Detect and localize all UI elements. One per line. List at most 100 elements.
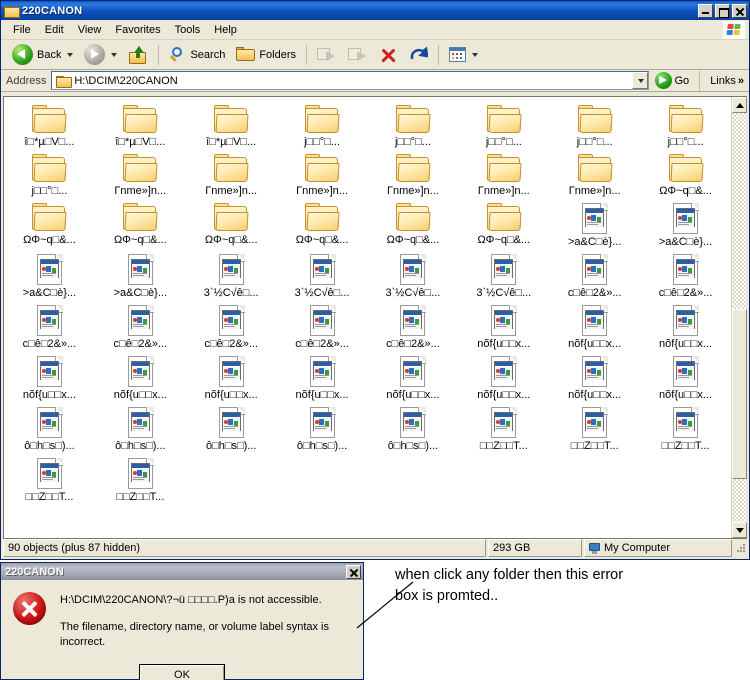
up-button[interactable] (123, 44, 153, 66)
file-item[interactable]: nõf{u□□x... (458, 305, 549, 351)
address-dropdown-button[interactable] (631, 72, 648, 89)
folder-item[interactable]: Гnme»]n... (277, 154, 368, 198)
delete-button[interactable] (374, 44, 402, 66)
folder-item[interactable]: î□*µ□V□... (186, 105, 277, 149)
folder-item[interactable]: î□*µ□V□... (4, 105, 95, 149)
undo-button[interactable] (403, 44, 433, 66)
file-item[interactable]: □□Z□□T... (549, 407, 640, 453)
folder-item[interactable]: j□□°□... (549, 105, 640, 149)
close-button[interactable] (732, 3, 747, 18)
dialog-close-button[interactable] (346, 564, 361, 579)
file-item[interactable]: ô□h□s□)... (4, 407, 95, 453)
forward-button[interactable] (79, 42, 122, 67)
file-item[interactable]: >a&C□è}... (549, 203, 640, 249)
folder-item[interactable]: ΩΦ~q□&... (4, 203, 95, 249)
ok-button[interactable]: OK (139, 664, 225, 680)
file-item[interactable]: c□ê□2&»... (4, 305, 95, 351)
file-item[interactable]: 3`½C√ê□... (186, 254, 277, 300)
file-item[interactable]: □□Z□□T... (458, 407, 549, 453)
menu-tools[interactable]: Tools (168, 22, 208, 38)
file-item[interactable]: c□ê□2&»... (640, 254, 731, 300)
folder-item[interactable]: Гnme»]n... (549, 154, 640, 198)
menu-help[interactable]: Help (207, 22, 244, 38)
folder-icon (486, 203, 522, 232)
file-item[interactable]: □□Z□□T... (95, 458, 186, 504)
file-item[interactable]: nõf{u□□x... (640, 305, 731, 351)
file-item[interactable]: 3`½C√ê□... (368, 254, 459, 300)
file-item[interactable]: ô□h□s□)... (368, 407, 459, 453)
resize-grip[interactable] (735, 542, 747, 554)
maximize-button[interactable] (715, 3, 730, 18)
file-item[interactable]: nõf{u□□x... (458, 356, 549, 402)
file-item[interactable]: ô□h□s□)... (95, 407, 186, 453)
back-button[interactable]: Back (7, 42, 78, 67)
file-item[interactable]: □□Z□□T... (4, 458, 95, 504)
folder-item[interactable]: j□□°□... (458, 105, 549, 149)
folder-item[interactable]: ΩΦ~q□&... (458, 203, 549, 249)
search-button[interactable]: Search (164, 44, 230, 65)
folder-item[interactable]: ΩΦ~q□&... (640, 154, 731, 198)
forward-dropdown-icon[interactable] (111, 52, 118, 57)
scrollbar-thumb[interactable] (732, 309, 747, 480)
file-item[interactable]: □□Z□□T... (640, 407, 731, 453)
folder-item[interactable]: j□□°□... (368, 105, 459, 149)
file-item[interactable]: c□ê□2&»... (549, 254, 640, 300)
dialog-message: H:\DCIM\220CANON\?¬ü □□□□.P)a is not acc… (60, 592, 353, 650)
back-dropdown-icon[interactable] (67, 52, 74, 57)
folders-button[interactable]: Folders (231, 45, 301, 64)
views-dropdown-icon[interactable] (472, 52, 479, 57)
file-item[interactable]: nõf{u□□x... (368, 356, 459, 402)
scrollbar-track[interactable] (732, 113, 747, 522)
menu-edit[interactable]: Edit (38, 22, 71, 38)
file-item[interactable]: 3`½C√ê□... (458, 254, 549, 300)
file-item[interactable]: nõf{u□□x... (186, 356, 277, 402)
document-icon (309, 305, 336, 336)
file-item[interactable]: nõf{u□□x... (549, 305, 640, 351)
file-item[interactable]: nõf{u□□x... (95, 356, 186, 402)
links-button[interactable]: Links » (707, 75, 747, 87)
folder-item[interactable]: j□□°□... (4, 154, 95, 198)
scroll-up-icon[interactable] (732, 97, 747, 113)
go-button[interactable]: Go (652, 72, 693, 89)
menu-view[interactable]: View (71, 22, 109, 38)
file-item[interactable]: nõf{u□□x... (640, 356, 731, 402)
document-icon (36, 458, 63, 489)
views-button[interactable] (444, 45, 483, 64)
folder-item[interactable]: ΩΦ~q□&... (277, 203, 368, 249)
file-item[interactable]: ô□h□s□)... (186, 407, 277, 453)
status-objects: 90 objects (plus 87 hidden) (3, 539, 486, 557)
folder-item[interactable]: Гnme»]n... (95, 154, 186, 198)
folder-item[interactable]: ΩΦ~q□&... (368, 203, 459, 249)
folder-item[interactable]: ΩΦ~q□&... (186, 203, 277, 249)
folder-item[interactable]: j□□°□... (640, 105, 731, 149)
minimize-button[interactable] (698, 3, 713, 18)
address-input[interactable]: H:\DCIM\220CANON (51, 71, 649, 90)
folder-item[interactable]: j□□°□... (277, 105, 368, 149)
folder-item[interactable]: Гnme»]n... (186, 154, 277, 198)
folder-item[interactable]: î□*µ□V□... (95, 105, 186, 149)
file-item[interactable]: c□ê□2&»... (277, 305, 368, 351)
file-item[interactable]: c□ê□2&»... (368, 305, 459, 351)
file-grid: î□*µ□V□... î□*µ□V□... î□*µ□V□... j□□°□... j□… (4, 105, 731, 504)
file-item[interactable]: >a&C□è}... (95, 254, 186, 300)
file-item[interactable]: 3`½C√ê□... (277, 254, 368, 300)
folder-item[interactable]: ΩΦ~q□&... (95, 203, 186, 249)
menu-favorites[interactable]: Favorites (108, 22, 167, 38)
icons-area[interactable]: î□*µ□V□... î□*µ□V□... î□*µ□V□... j□□°□... j□… (4, 97, 731, 538)
file-item[interactable]: >a&C□è}... (4, 254, 95, 300)
folder-item[interactable]: Гnme»]n... (368, 154, 459, 198)
file-item[interactable]: nõf{u□□x... (4, 356, 95, 402)
file-item[interactable]: nõf{u□□x... (277, 356, 368, 402)
toolbar: Back Search Folders (1, 40, 749, 70)
file-item[interactable]: ô□h□s□)... (277, 407, 368, 453)
folder-item[interactable]: Гnme»]n... (458, 154, 549, 198)
menu-file[interactable]: File (6, 22, 38, 38)
file-item[interactable]: >a&C□è}... (640, 203, 731, 249)
item-label: j□□°□... (304, 136, 341, 148)
file-item[interactable]: c□ê□2&»... (95, 305, 186, 351)
file-item[interactable]: c□ê□2&»... (186, 305, 277, 351)
scroll-down-icon[interactable] (732, 522, 747, 538)
item-label: Гnme»]n... (477, 185, 530, 197)
vertical-scrollbar[interactable] (731, 97, 747, 538)
file-item[interactable]: nõf{u□□x... (549, 356, 640, 402)
